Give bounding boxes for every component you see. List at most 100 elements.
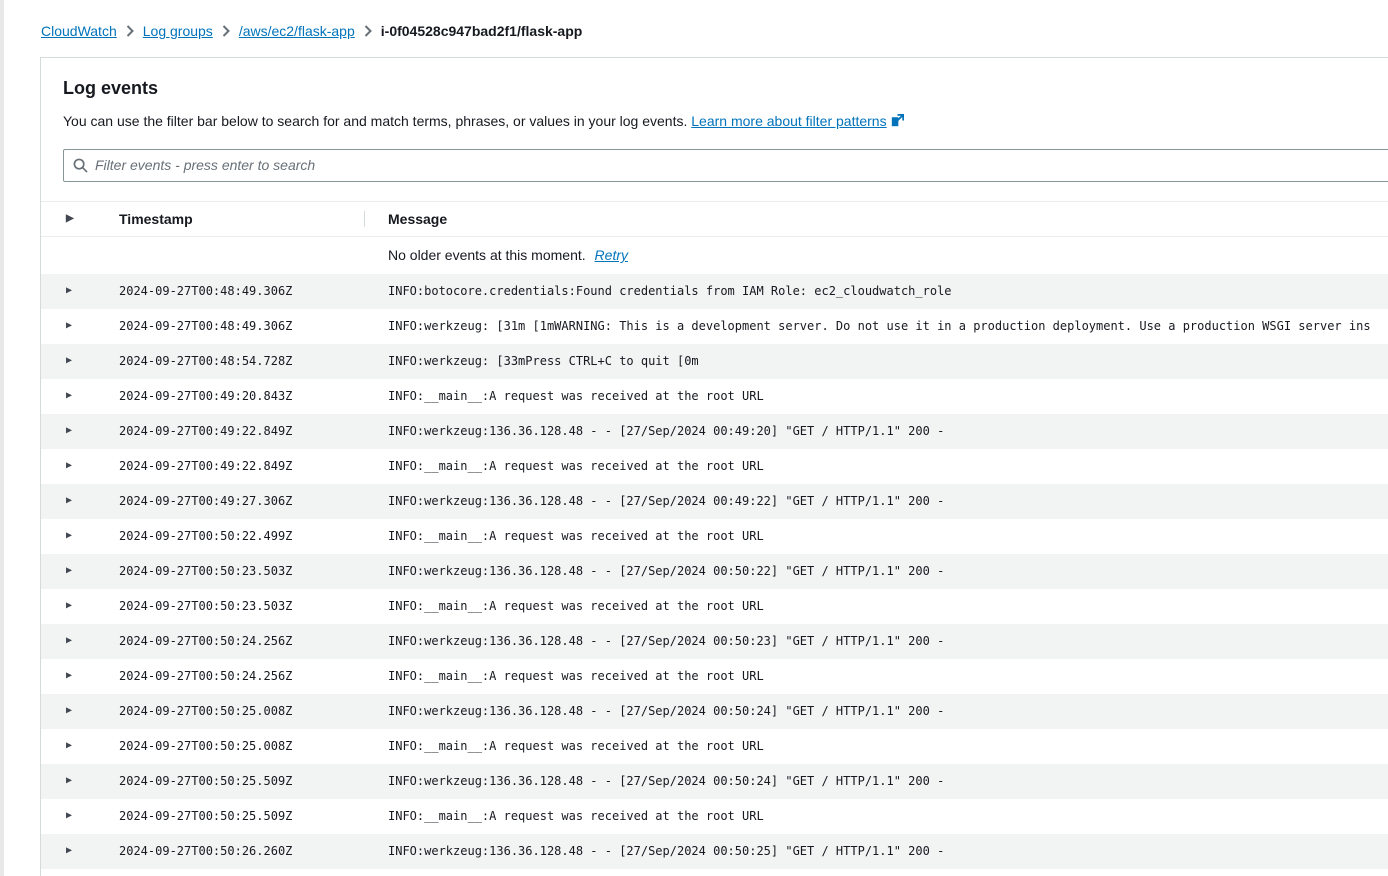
expand-caret-icon[interactable]: ▶ [66, 286, 72, 296]
log-timestamp: 2024-09-27T00:50:25.008Z [119, 704, 364, 718]
breadcrumb-separator-icon [126, 25, 134, 37]
no-older-events-text: No older events at this moment. [388, 247, 586, 263]
expand-caret-icon[interactable]: ▶ [66, 321, 72, 331]
timestamp-column-header: Timestamp [119, 211, 364, 227]
log-message: INFO:werkzeug:136.36.128.48 - - [27/Sep/… [364, 634, 1388, 648]
log-timestamp: 2024-09-27T00:50:26.260Z [119, 844, 364, 858]
log-message: INFO:__main__:A request was received at … [364, 389, 1388, 403]
log-row[interactable]: ▶ 2024-09-27T00:50:23.503Z INFO:werkzeug… [41, 554, 1388, 589]
expand-caret-icon[interactable]: ▶ [66, 356, 72, 366]
log-timestamp: 2024-09-27T00:49:22.849Z [119, 424, 364, 438]
log-message: INFO:botocore.credentials:Found credenti… [364, 284, 1388, 298]
log-timestamp: 2024-09-27T00:50:25.509Z [119, 809, 364, 823]
breadcrumb-separator-icon [364, 25, 372, 37]
log-row[interactable]: ▶ 2024-09-27T00:50:23.503Z INFO:__main__… [41, 589, 1388, 624]
learn-more-label: Learn more about filter patterns [691, 112, 886, 132]
log-message: INFO:__main__:A request was received at … [364, 809, 1388, 823]
expand-caret-icon[interactable]: ▶ [66, 566, 72, 576]
expand-caret-icon[interactable]: ▶ [66, 391, 72, 401]
expand-all-caret-icon[interactable]: ▶ [66, 214, 74, 224]
log-row[interactable]: ▶ 2024-09-27T00:50:26.260Z INFO:werkzeug… [41, 834, 1388, 869]
log-row[interactable]: ▶ 2024-09-27T00:48:49.306Z INFO:werkzeug… [41, 309, 1388, 344]
log-message: INFO:werkzeug:136.36.128.48 - - [27/Sep/… [364, 494, 1388, 508]
log-events-table: ▶ Timestamp Message No older events at t… [41, 201, 1388, 869]
expand-caret-icon[interactable]: ▶ [66, 601, 72, 611]
log-message: INFO:werkzeug:136.36.128.48 - - [27/Sep/… [364, 704, 1388, 718]
log-row[interactable]: ▶ 2024-09-27T00:50:25.509Z INFO:__main__… [41, 799, 1388, 834]
log-message: INFO:werkzeug:136.36.128.48 - - [27/Sep/… [364, 844, 1388, 858]
log-row[interactable]: ▶ 2024-09-27T00:49:20.843Z INFO:__main__… [41, 379, 1388, 414]
expand-caret-icon[interactable]: ▶ [66, 426, 72, 436]
log-message: INFO:werkzeug:136.36.128.48 - - [27/Sep/… [364, 424, 1388, 438]
expand-caret-icon[interactable]: ▶ [66, 741, 72, 751]
expand-all-cell: ▶ [41, 214, 119, 224]
log-timestamp: 2024-09-27T00:49:27.306Z [119, 494, 364, 508]
log-row[interactable]: ▶ 2024-09-27T00:50:25.509Z INFO:werkzeug… [41, 764, 1388, 799]
log-timestamp: 2024-09-27T00:50:23.503Z [119, 564, 364, 578]
log-row[interactable]: ▶ 2024-09-27T00:49:27.306Z INFO:werkzeug… [41, 484, 1388, 519]
search-icon [73, 158, 88, 173]
log-row[interactable]: ▶ 2024-09-27T00:49:22.849Z INFO:__main__… [41, 449, 1388, 484]
log-events-panel: Log events You can use the filter bar be… [40, 57, 1388, 876]
page-title: Log events [63, 78, 1388, 99]
expand-caret-icon[interactable]: ▶ [66, 811, 72, 821]
external-link-icon [891, 112, 904, 132]
log-timestamp: 2024-09-27T00:49:22.849Z [119, 459, 364, 473]
filter-bar [63, 149, 1388, 182]
log-message: INFO:werkzeug:136.36.128.48 - - [27/Sep/… [364, 774, 1388, 788]
expand-caret-icon[interactable]: ▶ [66, 846, 72, 856]
message-column-header: Message [388, 211, 447, 227]
log-timestamp: 2024-09-27T00:50:24.256Z [119, 669, 364, 683]
expand-caret-icon[interactable]: ▶ [66, 706, 72, 716]
log-row[interactable]: ▶ 2024-09-27T00:49:22.849Z INFO:werkzeug… [41, 414, 1388, 449]
log-timestamp: 2024-09-27T00:50:22.499Z [119, 529, 364, 543]
expand-caret-icon[interactable]: ▶ [66, 636, 72, 646]
log-timestamp: 2024-09-27T00:50:23.503Z [119, 599, 364, 613]
breadcrumb-link-cloudwatch[interactable]: CloudWatch [41, 23, 117, 39]
log-row[interactable]: ▶ 2024-09-27T00:50:24.256Z INFO:werkzeug… [41, 624, 1388, 659]
log-timestamp: 2024-09-27T00:50:25.008Z [119, 739, 364, 753]
expand-caret-icon[interactable]: ▶ [66, 531, 72, 541]
log-timestamp: 2024-09-27T00:50:24.256Z [119, 634, 364, 648]
log-message: INFO:__main__:A request was received at … [364, 459, 1388, 473]
log-message: INFO:__main__:A request was received at … [364, 739, 1388, 753]
panel-description-text: You can use the filter bar below to sear… [63, 113, 687, 129]
log-timestamp: 2024-09-27T00:49:20.843Z [119, 389, 364, 403]
retry-link[interactable]: Retry [595, 247, 628, 263]
breadcrumb-link-log-group-name[interactable]: /aws/ec2/flask-app [239, 23, 355, 39]
log-timestamp: 2024-09-27T00:48:49.306Z [119, 284, 364, 298]
expand-caret-icon[interactable]: ▶ [66, 671, 72, 681]
log-message: INFO:__main__:A request was received at … [364, 599, 1388, 613]
log-message: INFO:__main__:A request was received at … [364, 669, 1388, 683]
breadcrumb-separator-icon [222, 25, 230, 37]
filter-events-input[interactable] [95, 150, 1388, 181]
expand-caret-icon[interactable]: ▶ [66, 776, 72, 786]
no-older-events-cell: No older events at this moment. Retry [364, 247, 1388, 263]
no-older-events-row: No older events at this moment. Retry [41, 237, 1388, 274]
panel-description: You can use the filter bar below to sear… [63, 112, 1388, 132]
log-row[interactable]: ▶ 2024-09-27T00:48:49.306Z INFO:botocore… [41, 274, 1388, 309]
log-message: INFO:werkzeug: [31m [1mWARNING: This is … [364, 319, 1388, 333]
panel-header: Log events You can use the filter bar be… [41, 58, 1388, 132]
log-message: INFO:werkzeug: [33mPress CTRL+C to quit … [364, 354, 1388, 368]
page-left-edge [0, 0, 4, 876]
log-timestamp: 2024-09-27T00:50:25.509Z [119, 774, 364, 788]
breadcrumb-current-log-stream: i-0f04528c947bad2f1/flask-app [381, 23, 583, 39]
learn-more-link[interactable]: Learn more about filter patterns [691, 112, 903, 132]
log-row[interactable]: ▶ 2024-09-27T00:48:54.728Z INFO:werkzeug… [41, 344, 1388, 379]
log-message: INFO:__main__:A request was received at … [364, 529, 1388, 543]
breadcrumb: CloudWatch Log groups /aws/ec2/flask-app… [0, 0, 1388, 39]
log-message: INFO:werkzeug:136.36.128.48 - - [27/Sep/… [364, 564, 1388, 578]
log-row[interactable]: ▶ 2024-09-27T00:50:22.499Z INFO:__main__… [41, 519, 1388, 554]
breadcrumb-link-log-groups[interactable]: Log groups [143, 23, 213, 39]
table-header-row: ▶ Timestamp Message [41, 201, 1388, 237]
message-column-header-cell: Message [364, 211, 1388, 227]
expand-caret-icon[interactable]: ▶ [66, 461, 72, 471]
log-timestamp: 2024-09-27T00:48:49.306Z [119, 319, 364, 333]
log-rows: ▶ 2024-09-27T00:48:49.306Z INFO:botocore… [41, 274, 1388, 869]
column-divider [364, 211, 365, 227]
expand-caret-icon[interactable]: ▶ [66, 496, 72, 506]
log-row[interactable]: ▶ 2024-09-27T00:50:25.008Z INFO:__main__… [41, 729, 1388, 764]
log-row[interactable]: ▶ 2024-09-27T00:50:25.008Z INFO:werkzeug… [41, 694, 1388, 729]
log-row[interactable]: ▶ 2024-09-27T00:50:24.256Z INFO:__main__… [41, 659, 1388, 694]
